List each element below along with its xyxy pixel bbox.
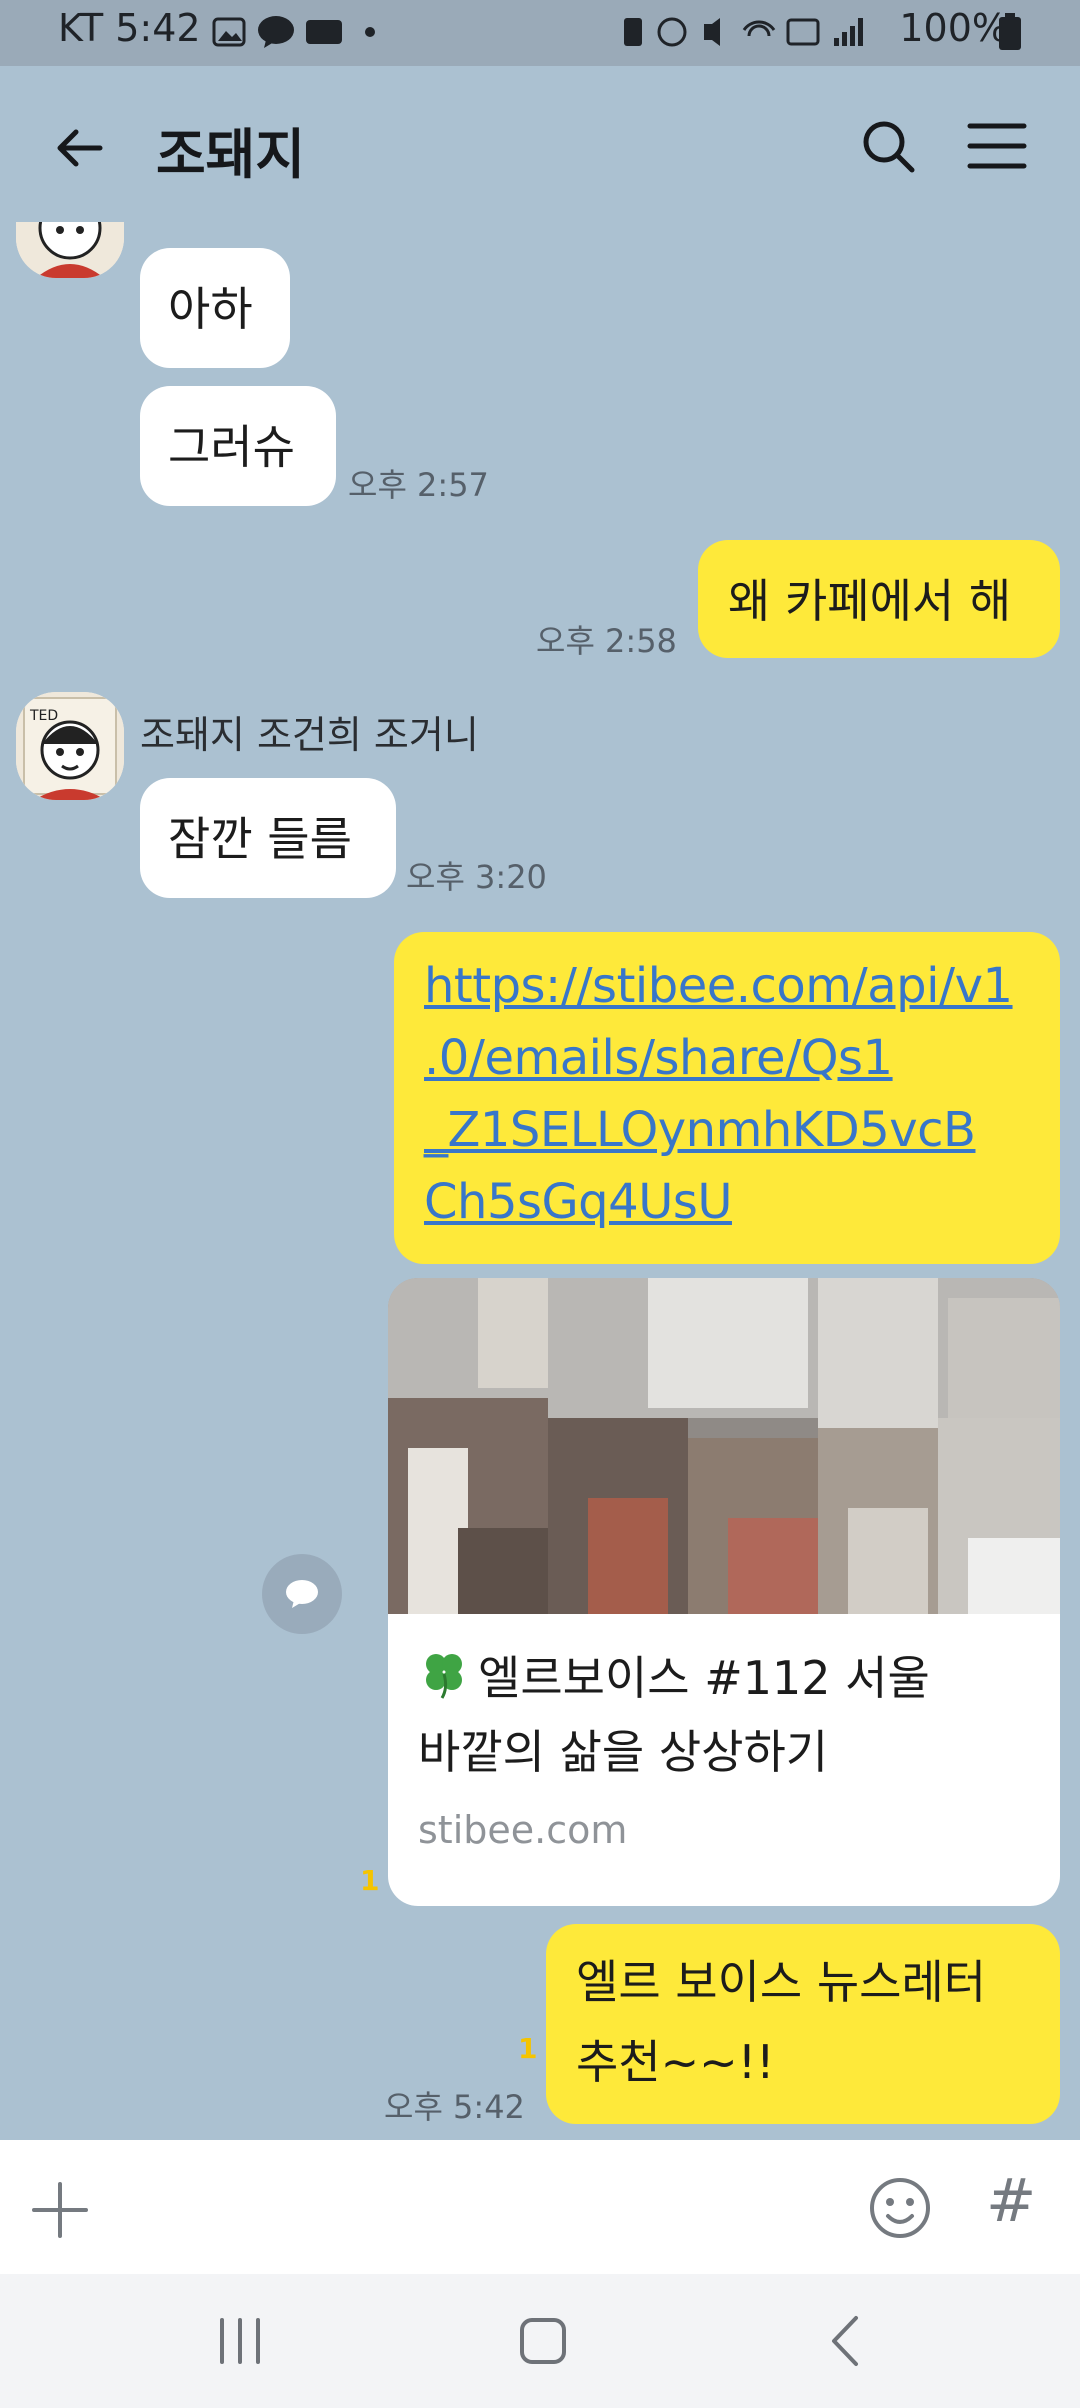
link-preview-image[interactable] (388, 1278, 1060, 1614)
share-icon[interactable] (262, 1554, 342, 1634)
chat-header: 조돼지 (0, 66, 1080, 222)
back-arrow-icon[interactable] (50, 118, 110, 178)
link-preview-card[interactable]: 엘르보이스 #112 서울 바깥의 삶을 상상하기 stibee.com (388, 1278, 1060, 1906)
message-bubble-outgoing[interactable]: 왜 카페에서 해 (698, 540, 1060, 658)
status-bar: KT 5:42 100% (0, 0, 1080, 66)
home-icon[interactable] (516, 2312, 570, 2368)
system-status-icons (620, 12, 880, 52)
message-text-line: 엘르 보이스 뉴스레터 (576, 1955, 987, 2009)
plus-icon[interactable] (30, 2180, 90, 2240)
svg-text:TED: TED (29, 708, 58, 724)
recents-icon[interactable] (216, 2314, 264, 2368)
card-title-line: 엘르보이스 #112 서울 (478, 1651, 930, 1705)
avatar[interactable]: TED (16, 692, 124, 800)
chat-area[interactable]: 아하 그러슈 오후 2:57 왜 카페에서 해 오후 2:58 TED 조돼지 … (0, 222, 1080, 2140)
battery-percent: 100% (899, 6, 1008, 50)
dot-icon (364, 12, 376, 52)
unread-count: 1 (518, 2032, 538, 2065)
link-text-line[interactable]: _Z1SELLOynmhKD5vcB (424, 1094, 1060, 1166)
card-domain: stibee.com (418, 1808, 628, 1852)
message-time: 오후 5:42 (384, 2088, 525, 2126)
chat-title: 조돼지 (156, 123, 306, 186)
menu-icon[interactable] (966, 118, 1028, 174)
card-title-line: 바깥의 삶을 상상하기 (418, 1725, 829, 1779)
emoji-icon[interactable] (866, 2174, 934, 2242)
message-input[interactable] (140, 2160, 840, 2254)
system-nav-bar (0, 2274, 1080, 2408)
avatar[interactable] (16, 222, 124, 278)
talk-icon (256, 12, 296, 52)
message-time: 오후 2:57 (348, 466, 489, 504)
message-time: 오후 3:20 (406, 858, 547, 896)
ok-icon (304, 12, 344, 52)
battery-icon (998, 12, 1022, 52)
message-bubble-outgoing[interactable]: 엘르 보이스 뉴스레터 추천~~!! (546, 1924, 1060, 2124)
message-bubble-incoming[interactable]: 그러슈 (140, 386, 336, 506)
gallery-icon (212, 12, 246, 52)
unread-count: 1 (360, 1864, 380, 1897)
link-text-line[interactable]: .0/emails/share/Qs1 (424, 1022, 1060, 1094)
message-time: 오후 2:58 (536, 622, 677, 660)
message-bubble-link[interactable]: https://stibee.com/api/v1 .0/emails/shar… (394, 932, 1060, 1264)
clover-icon (418, 1648, 462, 1699)
link-text-line[interactable]: Ch5sGq4UsU (424, 1166, 1060, 1238)
link-text-line[interactable]: https://stibee.com/api/v1 (424, 950, 1060, 1022)
message-bubble-incoming[interactable]: 아하 (140, 248, 290, 368)
message-bubble-incoming[interactable]: 잠깐 들름 (140, 778, 396, 898)
hashtag-button[interactable]: # (986, 2166, 1036, 2236)
message-input-bar: # (0, 2140, 1080, 2274)
search-icon[interactable] (858, 116, 920, 178)
message-text-line: 추천~~!! (576, 2035, 775, 2089)
status-carrier-time: KT 5:42 (58, 6, 201, 50)
back-nav-icon[interactable] (826, 2312, 866, 2370)
sender-name: 조돼지 조건희 조거니 (140, 713, 479, 757)
